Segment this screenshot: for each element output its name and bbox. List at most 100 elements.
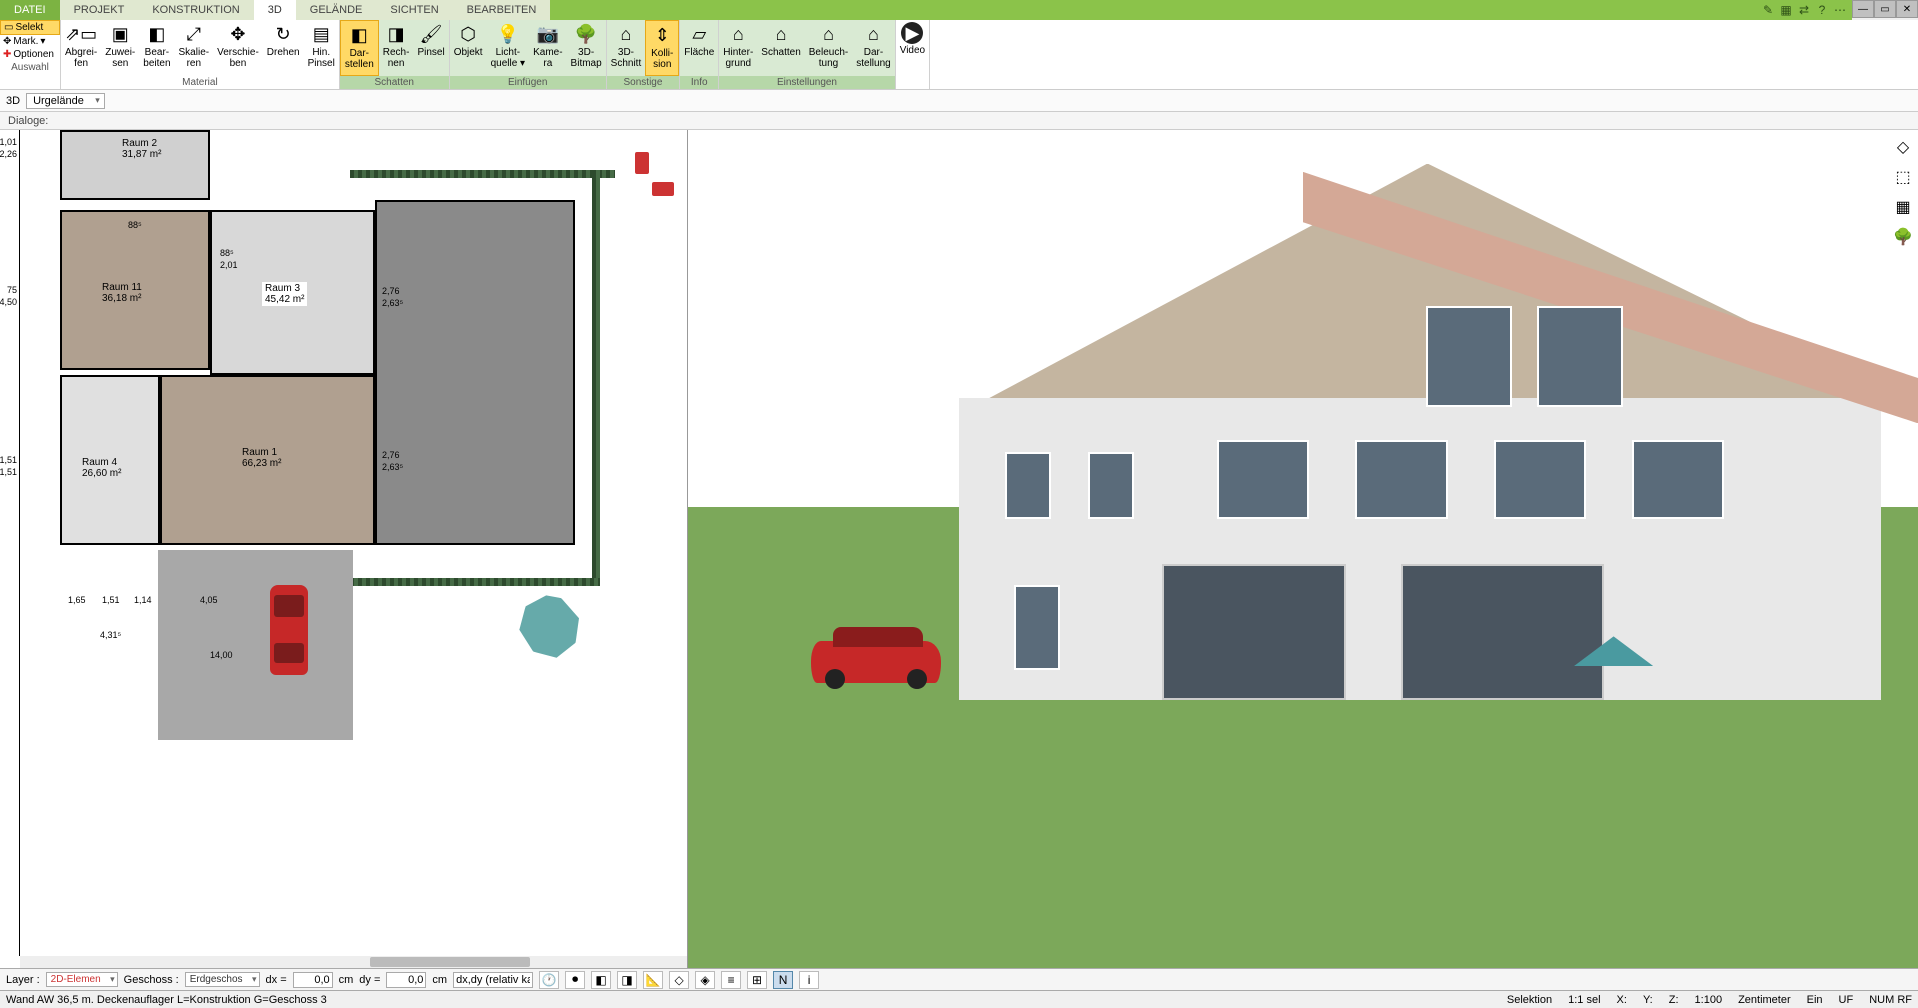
car-2d [270,585,308,675]
window-maximize[interactable]: ▭ [1874,0,1896,18]
schatten-set-button[interactable]: ⌂Schatten [757,20,804,76]
group-einfuegen: Einfügen [450,76,606,89]
edit-icon: ◧ [145,22,169,46]
assign-icon: ▣ [108,22,132,46]
tab-konstruktion[interactable]: KONSTRUKTION [138,0,253,20]
hedge-bottom [350,578,600,586]
mark-tool[interactable]: ✥ Mark. ▾ [0,35,60,48]
view-3d[interactable]: ◇ ⬚ ▦ 🌳 [688,130,1918,968]
abgreifen-button[interactable]: ⇗▭Abgrei- fen [61,20,101,76]
dx-input[interactable] [293,972,333,988]
object-icon: ⬡ [456,22,480,46]
tab-sichten[interactable]: SICHTEN [376,0,452,20]
tool-snap2[interactable]: ◨ [617,971,637,989]
desc-input[interactable] [453,972,533,988]
dy-input[interactable] [386,972,426,988]
tool-solid[interactable]: ⬚ [1892,166,1914,188]
tab-bearbeiten[interactable]: BEARBEITEN [453,0,551,20]
verschieben-button[interactable]: ✥Verschie- ben [213,20,263,76]
tool-record[interactable]: ⏺ [565,971,585,989]
darstellung-button[interactable]: ⌂Dar- stellung [852,20,894,76]
ribbon: ▭ Selekt ✥ Mark. ▾ ✚ Optionen Auswahl ⇗▭… [0,20,1918,90]
status-unit: Zentimeter [1738,994,1791,1006]
layer-select[interactable]: 2D-Elemen [46,972,118,987]
tab-gelaende[interactable]: GELÄNDE [296,0,377,20]
options-tool[interactable]: ✚ Optionen [0,48,60,61]
rotate-icon: ↻ [271,22,295,46]
quick-icon-1[interactable]: ✎ [1760,2,1776,18]
hinpinsel-button[interactable]: ▤Hin. Pinsel [304,20,339,76]
tool-grid[interactable]: ⊞ [747,971,767,989]
group-auswahl: Auswahl [0,61,60,74]
window-minimize[interactable]: — [1852,0,1874,18]
skalieren-button[interactable]: ⤢Skalie- ren [175,20,214,76]
brush-icon: ▤ [309,22,333,46]
scrollbar-horizontal[interactable] [20,956,687,968]
geschoss-select[interactable]: Erdgeschos [185,972,260,987]
tool-color[interactable]: ▦ [1892,196,1914,218]
tool-snap4[interactable]: ≡ [721,971,741,989]
drehen-button[interactable]: ↻Drehen [263,20,304,76]
tool-wire[interactable]: ◇ [1892,136,1914,158]
group-schatten: Schatten [340,76,449,89]
status-sel: 1:1 sel [1568,994,1600,1006]
beleuchtung-button[interactable]: ⌂Beleuch- tung [805,20,852,76]
umbrella-2d [511,587,589,665]
tool-vegetation[interactable]: 🌳 [1892,226,1914,248]
terrace [375,200,575,545]
hedge-top [350,170,615,178]
tool-measure[interactable]: 📐 [643,971,663,989]
zuweisen-button[interactable]: ▣Zuwei- sen [101,20,139,76]
tree-icon: 🌳 [574,22,598,46]
quick-icon-5[interactable]: ⋯ [1832,2,1848,18]
plan-view-2d[interactable]: 1,01 2,26 75 4,50 1,51 1,51 Raum 2 31,87… [0,130,688,968]
status-scale: 1:100 [1695,994,1723,1006]
tab-3d[interactable]: 3D [254,0,296,20]
window-close[interactable]: ✕ [1896,0,1918,18]
darstellen-button[interactable]: ◧Dar- stellen [340,20,379,76]
objekt-button[interactable]: ⬡Objekt [450,20,487,76]
licht-button[interactable]: 💡Licht- quelle ▾ [487,20,530,76]
layer-combo[interactable]: Urgelände [26,93,105,109]
schnitt-button[interactable]: ⌂3D- Schnitt [607,20,646,76]
status-text: Wand AW 36,5 m. Deckenauflager L=Konstru… [6,994,1491,1006]
flaeche-button[interactable]: ▱Fläche [680,20,718,76]
tab-projekt[interactable]: PROJEKT [60,0,139,20]
tool-snap3[interactable]: ◈ [695,971,715,989]
select-tool[interactable]: ▭ Selekt [0,20,60,35]
kollision-button[interactable]: ⇕Kolli- sion [645,20,679,76]
area-icon: ▱ [687,22,711,46]
collision-icon: ⇕ [650,23,674,47]
schatten-pinsel-button[interactable]: 🖌Pinsel [413,20,448,76]
status-x: X: [1617,994,1627,1006]
rechnen-button[interactable]: ◨Rech- nen [379,20,414,76]
quick-icon-2[interactable]: ▦ [1778,2,1794,18]
scale-icon: ⤢ [182,22,206,46]
bearbeiten-button[interactable]: ◧Bear- beiten [139,20,174,76]
quick-icon-3[interactable]: ⇄ [1796,2,1812,18]
tool-north[interactable]: N [773,971,793,989]
bitmap-button[interactable]: 🌳3D- Bitmap [567,20,606,76]
bulb-icon: 💡 [496,22,520,46]
brush2-icon: 🖌 [419,22,443,46]
tool-snap1[interactable]: ◧ [591,971,611,989]
calc-icon: ◨ [384,22,408,46]
kamera-button[interactable]: 📷Kame- ra [529,20,566,76]
house4-icon: ⌂ [861,22,885,46]
room-1-label: Raum 1 66,23 m² [242,447,281,469]
tool-ortho[interactable]: ◇ [669,971,689,989]
car-3d [811,641,941,683]
help-icon[interactable]: ? [1814,2,1830,18]
room-3-label: Raum 3 45,42 m² [262,282,307,306]
tool-info[interactable]: i [799,971,819,989]
geschoss-label: Geschoss : [124,974,179,986]
hedge-right [592,170,600,580]
hintergrund-button[interactable]: ⌂Hinter- grund [719,20,757,76]
tool-clock[interactable]: 🕐 [539,971,559,989]
bottom-bar: Layer : 2D-Elemen Geschoss : Erdgeschos … [0,968,1918,990]
group-sonstige: Sonstige [607,76,680,89]
dialoge-bar: Dialoge: [0,112,1918,130]
status-bar: Wand AW 36,5 m. Deckenauflager L=Konstru… [0,990,1918,1008]
tab-datei[interactable]: DATEI [0,0,60,20]
video-button[interactable]: ▶Video [896,20,929,76]
